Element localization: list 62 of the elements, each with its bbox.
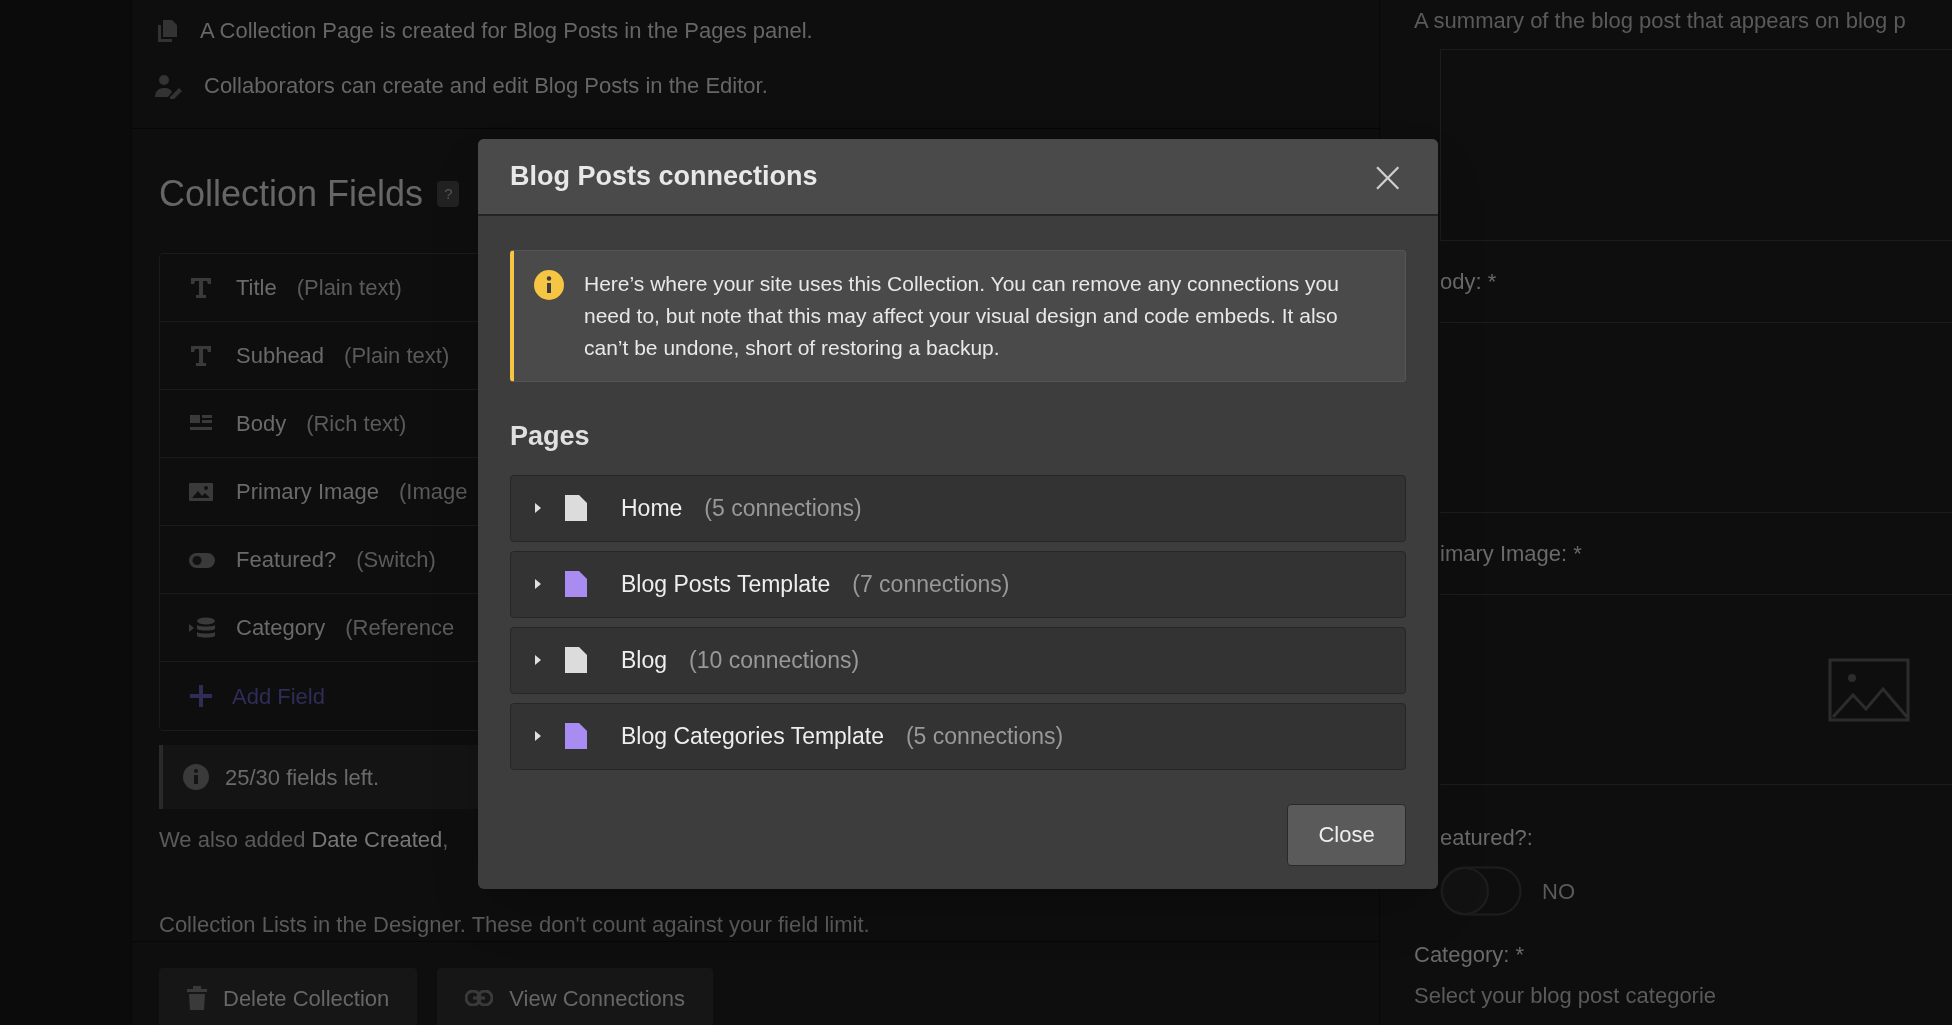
section-heading: Pages xyxy=(510,420,591,453)
field-row[interactable]: Featured? (Switch) xyxy=(160,526,478,594)
select-field[interactable]: Select your blog post categorie xyxy=(1414,977,1717,1014)
person-edit-icon xyxy=(154,72,184,99)
field-label: imary Image: * xyxy=(1440,513,1952,595)
template-page-icon xyxy=(565,723,587,749)
template-page-icon xyxy=(565,571,587,597)
page-name: Blog Posts Template xyxy=(621,569,831,599)
caret-icon xyxy=(533,729,543,743)
field-type: (Image xyxy=(399,478,468,506)
delete-button[interactable]: Delete Collection xyxy=(159,968,418,1025)
close-button[interactable]: Close xyxy=(1287,803,1406,866)
plus-icon xyxy=(190,685,212,707)
page-name: Home xyxy=(621,493,683,523)
footnote-text: We also added Date Created, xyxy=(159,826,449,854)
trash-icon xyxy=(187,986,207,1010)
field-name: Primary Image xyxy=(236,478,380,506)
field-label: ody: * xyxy=(1440,241,1952,323)
fields-left-text: 25/30 fields left. xyxy=(225,763,380,792)
link-icon xyxy=(465,990,494,1006)
page-row[interactable]: Blog Posts Template (7 connections) xyxy=(510,550,1406,618)
caret-icon xyxy=(533,653,543,667)
note-text: Collaborators can create and edit Blog Posts in the Editor. xyxy=(204,72,768,100)
page-name: Blog xyxy=(621,645,668,675)
page-row[interactable]: Blog Categories Template (5 connections) xyxy=(510,702,1406,770)
view-connections-button[interactable]: View Connections xyxy=(437,968,713,1025)
page-icon xyxy=(565,647,587,673)
info-icon xyxy=(534,270,564,300)
notice-text: Here’s where your site uses this Collection. You can remove any connections you need to, but note that this may affect your visual design and code embeds. It also can’t be undone, short of restoring a backup. xyxy=(584,271,1340,361)
section-heading: Collection Fields xyxy=(159,172,424,216)
page-row[interactable]: Blog (10 connections) xyxy=(510,626,1406,694)
connection-count: (7 connections) xyxy=(852,569,1010,599)
field-name: Body xyxy=(236,410,287,438)
page-name: Blog Categories Template xyxy=(621,721,884,751)
field-name: Category xyxy=(236,614,326,642)
field-type: (Plain text) xyxy=(344,342,450,370)
field-label: Category: * xyxy=(1413,941,1526,969)
field-type: (Switch) xyxy=(356,546,436,574)
field-label: eatured?: xyxy=(1440,824,1533,852)
help-badge: ? xyxy=(437,180,460,208)
caret-icon xyxy=(533,577,543,591)
info-icon xyxy=(183,764,209,790)
field-name: Subhead xyxy=(236,342,325,370)
close-button[interactable]: × xyxy=(1369,154,1406,199)
connection-count: (5 connections) xyxy=(704,493,862,523)
field-name: Title xyxy=(236,274,277,302)
dialog-title: Blog Posts connections xyxy=(510,160,818,194)
footnote-text: Collection Lists in the Designer. These don't count against your field limit. xyxy=(159,911,870,939)
image-placeholder-icon xyxy=(1828,657,1910,722)
field-hint: A summary of the blog post that appears on blog p xyxy=(1413,7,1907,35)
page-icon xyxy=(565,495,587,521)
caret-icon xyxy=(533,501,543,515)
note-text: A Collection Page is created for Blog Posts in the Pages panel. xyxy=(200,17,813,45)
field-type: (Rich text) xyxy=(306,410,407,438)
connection-count: (10 connections) xyxy=(689,645,860,675)
field-type: (Plain text) xyxy=(296,274,402,302)
field-name: Featured? xyxy=(236,546,337,574)
toggle-state: NO xyxy=(1542,877,1575,906)
connection-count: (5 connections) xyxy=(905,721,1064,751)
page-row[interactable]: Home (5 connections) xyxy=(510,474,1406,542)
field-type: (Reference xyxy=(345,614,455,642)
field-row[interactable]: Primary Image (Image xyxy=(160,458,478,526)
